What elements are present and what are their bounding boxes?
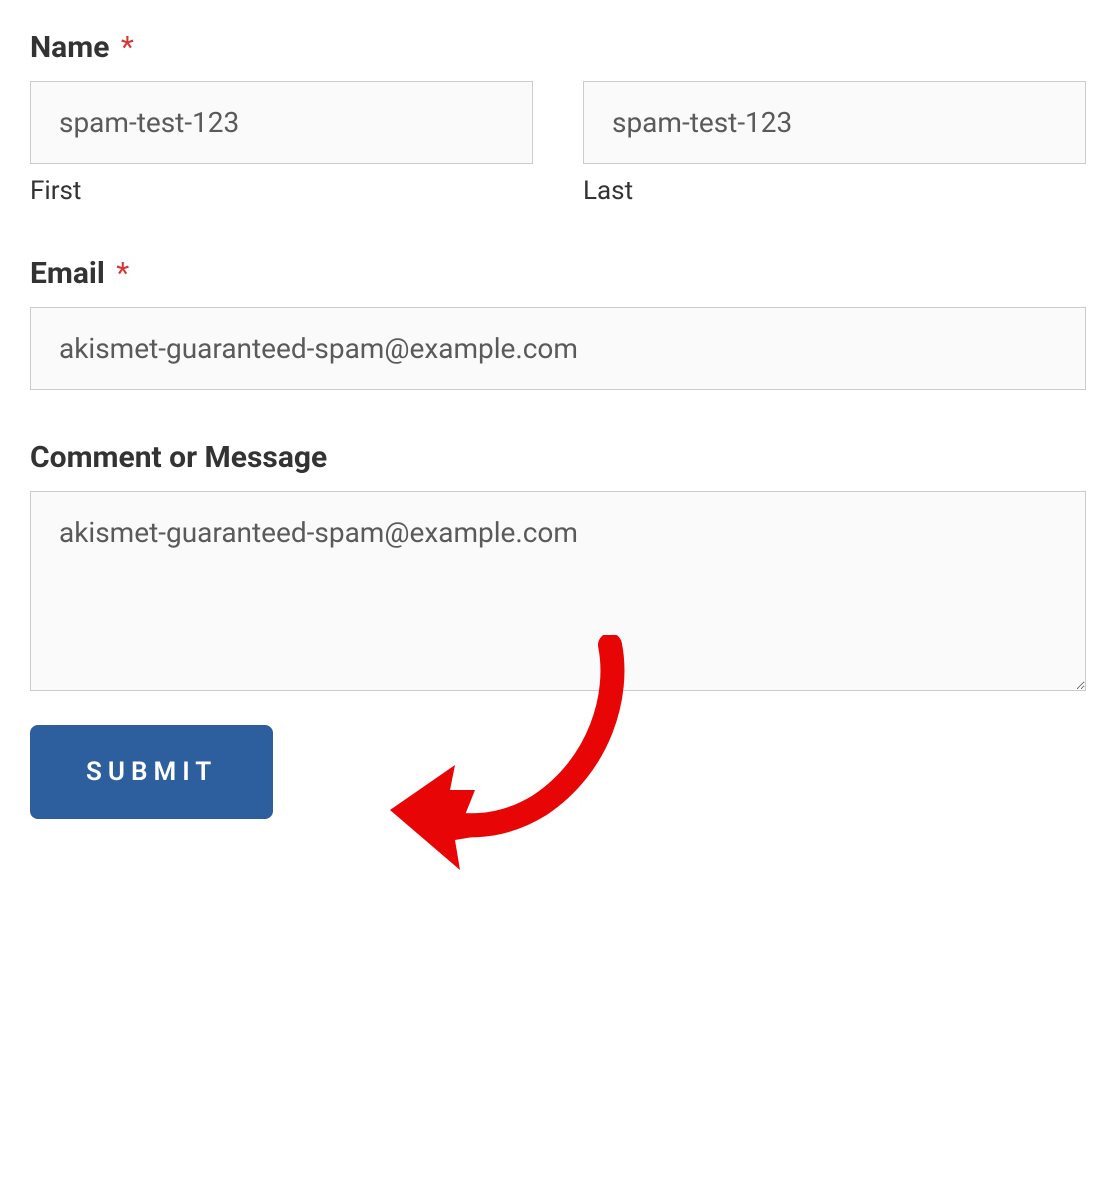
- email-field-group: Email *: [30, 256, 1086, 390]
- email-label-text: Email: [30, 256, 105, 291]
- submit-row: SUBMIT: [30, 725, 1086, 819]
- first-name-col: First: [30, 81, 533, 206]
- comment-field-group: Comment or Message: [30, 440, 1086, 695]
- name-row: First Last: [30, 81, 1086, 206]
- last-name-sublabel: Last: [583, 176, 1086, 206]
- last-name-col: Last: [583, 81, 1086, 206]
- required-asterisk: *: [121, 30, 134, 65]
- email-label: Email *: [30, 256, 1086, 291]
- comment-label-text: Comment or Message: [30, 440, 327, 475]
- name-field-group: Name * First Last: [30, 30, 1086, 206]
- first-name-sublabel: First: [30, 176, 533, 206]
- name-label: Name *: [30, 30, 1086, 65]
- name-label-text: Name: [30, 30, 109, 65]
- required-asterisk: *: [116, 256, 129, 291]
- email-input[interactable]: [30, 307, 1086, 390]
- contact-form: Name * First Last Email * Comment or Mes…: [30, 30, 1086, 819]
- comment-label: Comment or Message: [30, 440, 1086, 475]
- submit-button[interactable]: SUBMIT: [30, 725, 273, 819]
- first-name-input[interactable]: [30, 81, 533, 164]
- last-name-input[interactable]: [583, 81, 1086, 164]
- comment-textarea[interactable]: [30, 491, 1086, 691]
